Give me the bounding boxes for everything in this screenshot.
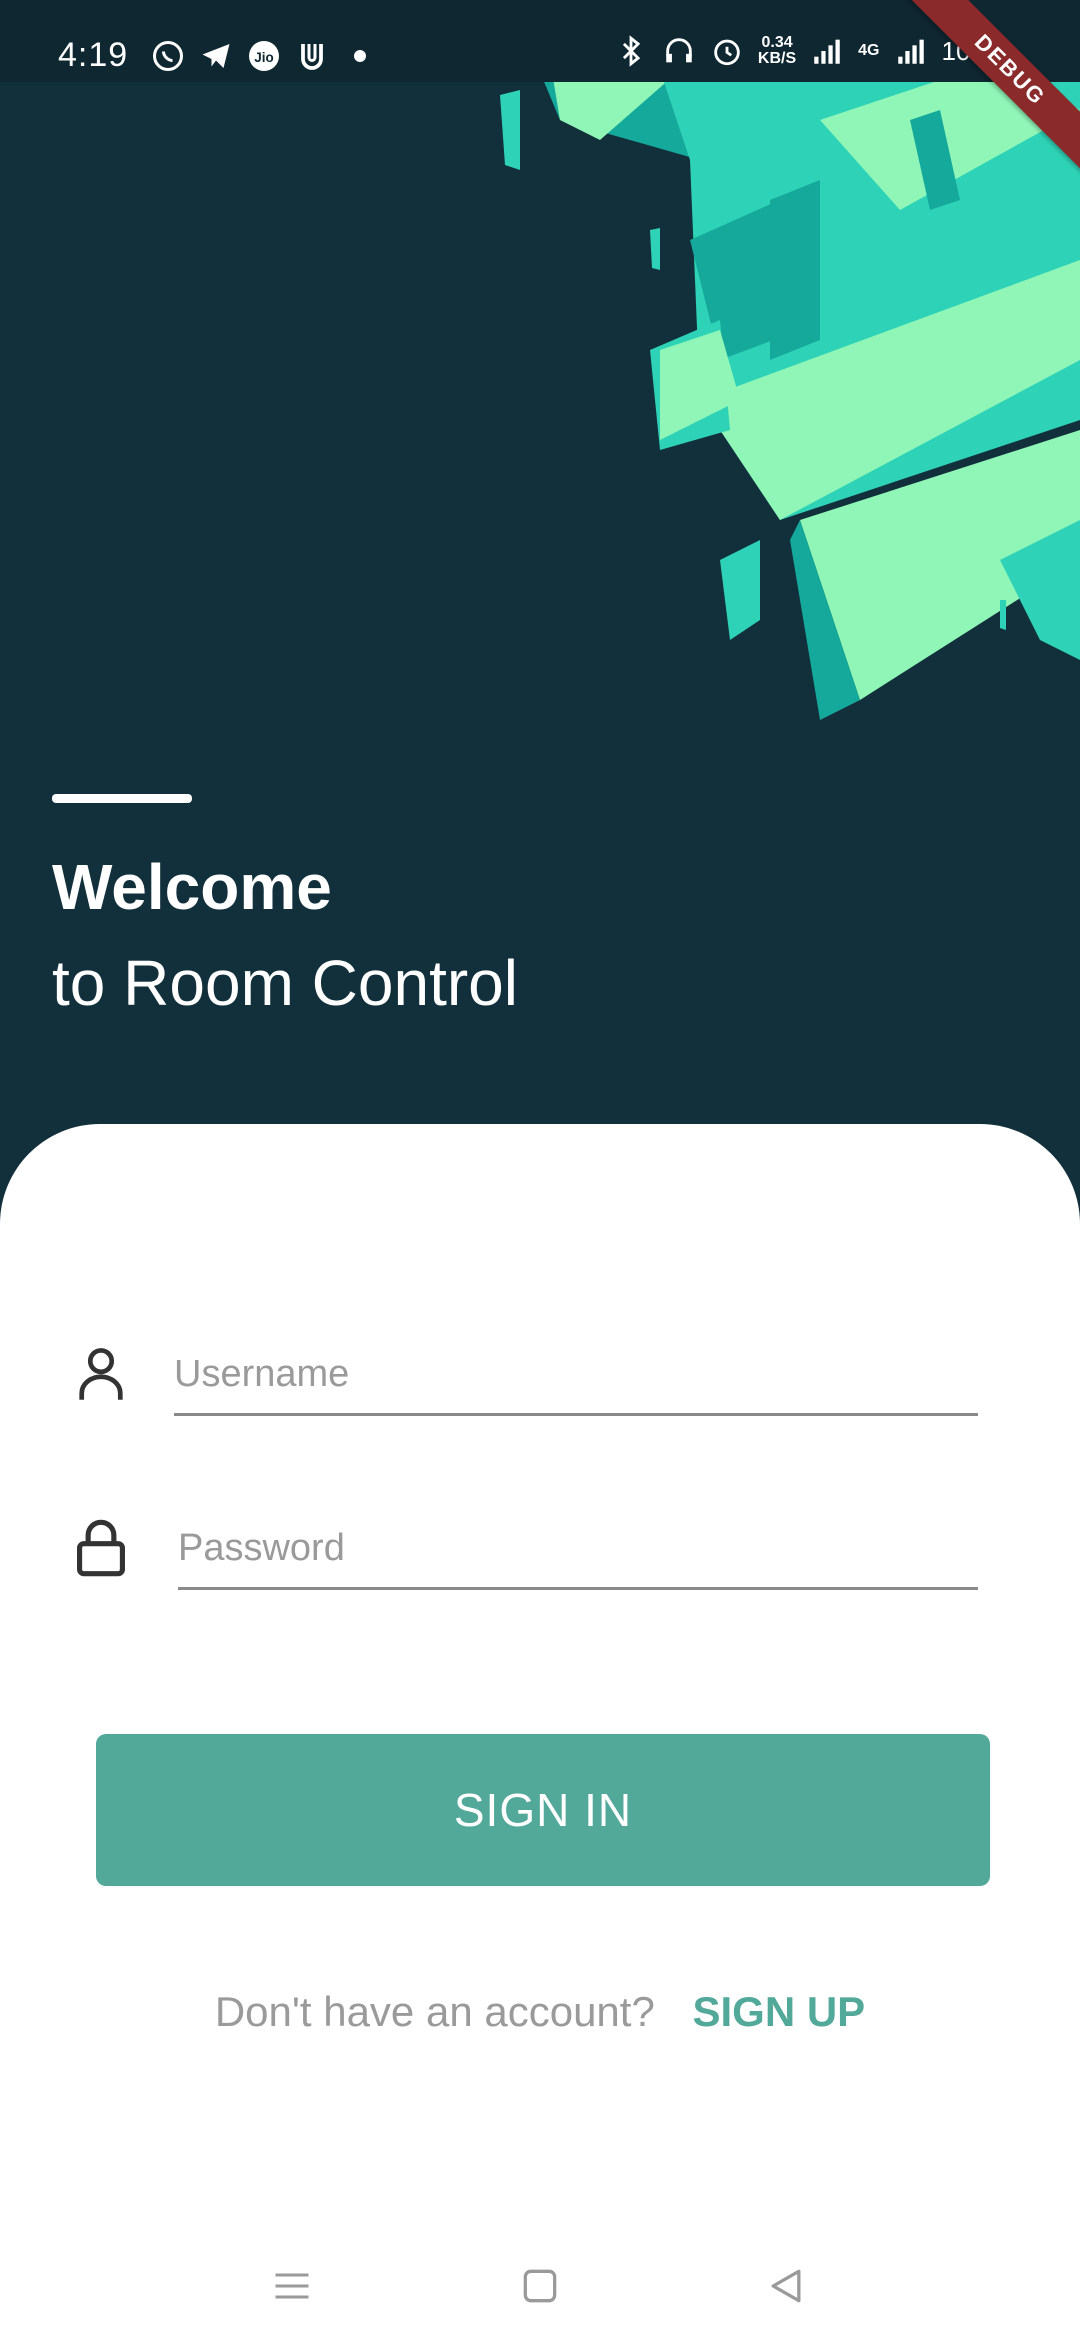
system-navigation-bar [0, 2250, 1080, 2320]
person-icon [79, 1348, 123, 1400]
status-time: 4:19 [58, 36, 129, 74]
speed-value: 0.34 [761, 34, 793, 51]
network-type: 4G [858, 42, 880, 59]
signup-prompt: Don't have an account? [214, 1988, 655, 2035]
svg-text:Jio: Jio [254, 50, 274, 65]
dot-icon [354, 50, 366, 62]
u-app-icon [301, 44, 323, 70]
lock-icon [77, 1519, 125, 1577]
speed-unit: KB/S [757, 50, 797, 67]
whatsapp-icon [153, 41, 183, 71]
sign-in-button[interactable]: SIGN IN [96, 1734, 990, 1886]
login-card [0, 1124, 1080, 2340]
back-icon[interactable] [764, 2264, 808, 2308]
accent-line [52, 794, 192, 803]
welcome-subtitle: to Room Control [52, 947, 518, 1019]
signal-icon [814, 39, 840, 64]
sign-up-link[interactable]: SIGN UP [692, 1988, 865, 2035]
home-icon[interactable] [518, 2264, 562, 2308]
username-field[interactable] [174, 1336, 978, 1416]
password-field[interactable] [178, 1510, 978, 1590]
network-speed: 0.34 KB/S [758, 35, 796, 67]
signal-icon-2 [897, 39, 924, 64]
alarm-icon [714, 39, 740, 66]
system-icons: 0.34 KB/S 4G 100% [614, 34, 1008, 68]
password-row [0, 1494, 1080, 1604]
headphones-icon [666, 38, 692, 63]
welcome-title: Welcome [52, 851, 332, 923]
username-row [0, 1320, 1080, 1430]
bluetooth-icon [622, 35, 641, 67]
jio-icon: Jio [249, 41, 279, 71]
signup-row: Don't have an account? SIGN UP [0, 1988, 1080, 2036]
status-bar: 4:19 Jio 0.34 KB/S 4G 100% [0, 0, 1080, 82]
header-artwork [500, 0, 1080, 720]
notification-icons: Jio [150, 38, 378, 74]
telegram-icon [202, 44, 230, 68]
menu-icon[interactable] [270, 2264, 314, 2308]
